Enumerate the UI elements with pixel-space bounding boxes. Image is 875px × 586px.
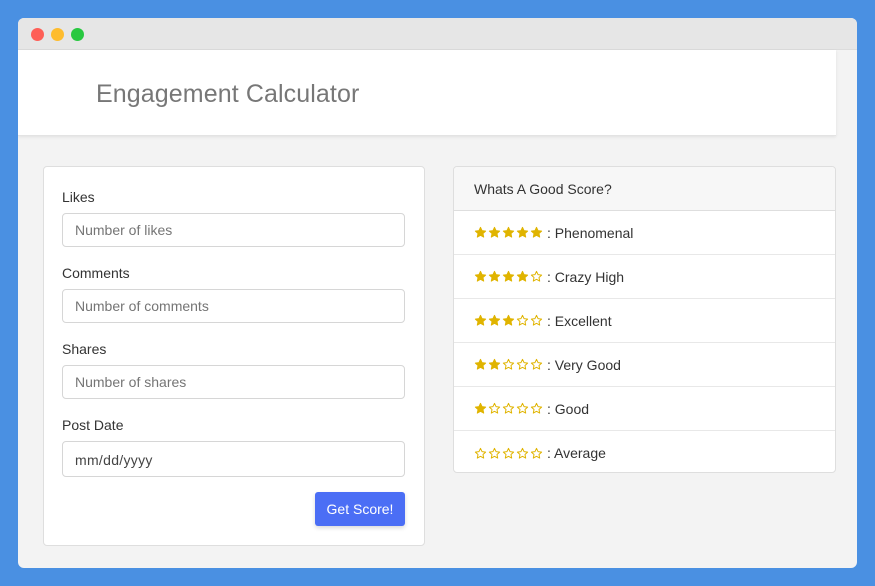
likes-input[interactable] bbox=[62, 213, 405, 247]
star-outline-icon bbox=[530, 447, 543, 459]
star-rating bbox=[474, 447, 543, 460]
score-row: : Good bbox=[454, 387, 835, 431]
score-row: : Phenomenal bbox=[454, 211, 835, 255]
score-label: : Excellent bbox=[547, 312, 612, 329]
maximize-window-button[interactable] bbox=[71, 28, 84, 41]
score-row: : Average bbox=[454, 431, 835, 472]
score-label: : Crazy High bbox=[547, 268, 625, 285]
star-outline-icon bbox=[488, 447, 501, 459]
star-outline-icon bbox=[516, 402, 529, 414]
star-filled-icon bbox=[474, 358, 487, 370]
score-guide-list: : Phenomenal : Crazy High : Excellent : Ver… bbox=[454, 211, 835, 472]
score-label: : Phenomenal bbox=[547, 224, 634, 241]
likes-label: Likes bbox=[62, 189, 95, 205]
comments-input[interactable] bbox=[62, 289, 405, 323]
score-label: : Good bbox=[547, 400, 590, 417]
score-guide-title: Whats A Good Score? bbox=[454, 167, 835, 211]
star-filled-icon bbox=[488, 314, 501, 326]
score-label: : Average bbox=[547, 445, 606, 461]
post-date-placeholder: mm/dd/yyyy bbox=[75, 452, 153, 468]
star-filled-icon bbox=[516, 226, 529, 238]
star-rating bbox=[474, 358, 543, 371]
star-filled-icon bbox=[474, 314, 487, 326]
comments-label: Comments bbox=[62, 265, 130, 281]
star-rating bbox=[474, 226, 543, 239]
star-filled-icon bbox=[474, 402, 487, 414]
star-filled-icon bbox=[474, 270, 487, 282]
get-score-button[interactable]: Get Score! bbox=[315, 492, 405, 526]
star-outline-icon bbox=[530, 358, 543, 370]
star-filled-icon bbox=[502, 226, 515, 238]
window-titlebar bbox=[18, 18, 857, 50]
star-outline-icon bbox=[502, 447, 515, 459]
score-row: : Very Good bbox=[454, 343, 835, 387]
star-filled-icon bbox=[530, 226, 543, 238]
page-header: Engagement Calculator bbox=[18, 50, 836, 136]
star-filled-icon bbox=[502, 270, 515, 282]
score-guide-card: Whats A Good Score? : Phenomenal : Crazy … bbox=[453, 166, 836, 473]
star-filled-icon bbox=[488, 270, 501, 282]
browser-window: Engagement Calculator Likes Comments Sha… bbox=[18, 18, 857, 568]
star-outline-icon bbox=[530, 314, 543, 326]
engagement-form: Likes Comments Shares Post Date mm/dd/yy… bbox=[43, 166, 425, 546]
star-rating bbox=[474, 270, 543, 283]
star-outline-icon bbox=[502, 402, 515, 414]
star-rating bbox=[474, 402, 543, 415]
star-outline-icon bbox=[474, 447, 487, 459]
star-outline-icon bbox=[488, 402, 501, 414]
star-filled-icon bbox=[488, 226, 501, 238]
star-outline-icon bbox=[502, 358, 515, 370]
post-date-label: Post Date bbox=[62, 417, 124, 433]
score-row: : Excellent bbox=[454, 299, 835, 343]
star-rating bbox=[474, 314, 543, 327]
shares-input[interactable] bbox=[62, 365, 405, 399]
star-filled-icon bbox=[474, 226, 487, 238]
star-filled-icon bbox=[502, 314, 515, 326]
minimize-window-button[interactable] bbox=[51, 28, 64, 41]
star-filled-icon bbox=[516, 270, 529, 282]
close-window-button[interactable] bbox=[31, 28, 44, 41]
shares-label: Shares bbox=[62, 341, 107, 357]
score-row: : Crazy High bbox=[454, 255, 835, 299]
star-outline-icon bbox=[530, 270, 543, 282]
star-outline-icon bbox=[530, 402, 543, 414]
page-title: Engagement Calculator bbox=[96, 80, 360, 108]
star-filled-icon bbox=[488, 358, 501, 370]
score-label: : Very Good bbox=[547, 356, 621, 373]
star-outline-icon bbox=[516, 358, 529, 370]
star-outline-icon bbox=[516, 447, 529, 459]
star-outline-icon bbox=[516, 314, 529, 326]
